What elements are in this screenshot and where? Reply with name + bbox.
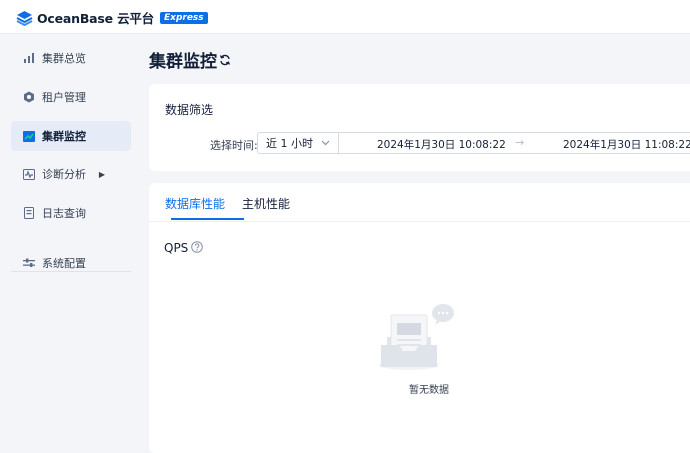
chevron-down-icon	[321, 140, 330, 146]
tenant-icon	[23, 91, 35, 103]
log-icon	[23, 207, 35, 219]
sidebar-item-log-query[interactable]: 日志查询	[11, 198, 131, 228]
sidebar-item-label: 集群监控	[42, 130, 86, 143]
brand-logo[interactable]: OceanBase 云平台 Express	[16, 8, 208, 27]
refresh-icon[interactable]	[219, 54, 231, 66]
page-title: 集群监控	[149, 52, 217, 72]
sidebar-item-label: 租户管理	[42, 91, 86, 104]
empty-state-text: 暂无数据	[409, 385, 449, 396]
metric-title: QPS	[164, 241, 189, 255]
help-icon[interactable]	[191, 241, 203, 253]
time-range-value: 近 1 小时	[266, 137, 313, 150]
range-start-input[interactable]: 2024年1月30日 10:08:22	[377, 137, 506, 152]
bar-chart-icon	[23, 52, 35, 64]
sidebar-item-cluster-overview[interactable]: 集群总览	[11, 43, 131, 73]
sidebar-item-label: 系统配置	[42, 257, 86, 270]
sidebar-item-label: 集群总览	[42, 52, 86, 65]
performance-panel: 数据库性能 主机性能 QPS 暂无数据	[149, 183, 690, 453]
sidebar: 集群总览 租户管理 集群监控 诊断分析 ▶ 日志查询 系统配置	[0, 34, 140, 442]
active-tab-indicator	[171, 218, 244, 220]
time-range-select[interactable]: 近 1 小时	[257, 132, 339, 154]
sidebar-item-label: 日志查询	[42, 207, 86, 220]
date-range-picker[interactable]: 2024年1月30日 10:08:22 → 2024年1月30日 11:08:2…	[339, 132, 690, 154]
range-arrow-icon: →	[515, 136, 525, 149]
sidebar-item-label: 诊断分析	[42, 168, 86, 181]
brand-name: OceanBase 云平台	[37, 11, 154, 26]
sidebar-item-system-config[interactable]: 系统配置	[11, 248, 131, 278]
tab-database-performance[interactable]: 数据库性能	[165, 195, 225, 212]
settings-icon	[23, 257, 35, 269]
oceanbase-logo-icon	[16, 10, 33, 26]
diagnosis-icon	[23, 168, 35, 180]
performance-tabs: 数据库性能 主机性能	[149, 183, 690, 222]
sidebar-item-diagnosis[interactable]: 诊断分析 ▶	[11, 159, 131, 189]
tab-host-performance[interactable]: 主机性能	[242, 195, 290, 212]
sidebar-item-cluster-monitor[interactable]: 集群监控	[11, 121, 131, 151]
empty-data-illustration	[379, 304, 454, 370]
data-filter-panel: 数据筛选 选择时间: 近 1 小时 2024年1月30日 10:08:22 → …	[149, 84, 690, 171]
filter-title: 数据筛选	[165, 103, 214, 117]
time-label: 选择时间:	[210, 139, 258, 152]
submenu-caret-icon: ▶	[98, 169, 105, 179]
range-end-input[interactable]: 2024年1月30日 11:08:22	[563, 137, 690, 152]
sidebar-item-tenant-management[interactable]: 租户管理	[11, 82, 131, 112]
top-bar: OceanBase 云平台 Express	[0, 0, 690, 34]
edition-badge: Express	[159, 11, 208, 24]
monitor-icon	[23, 130, 35, 142]
